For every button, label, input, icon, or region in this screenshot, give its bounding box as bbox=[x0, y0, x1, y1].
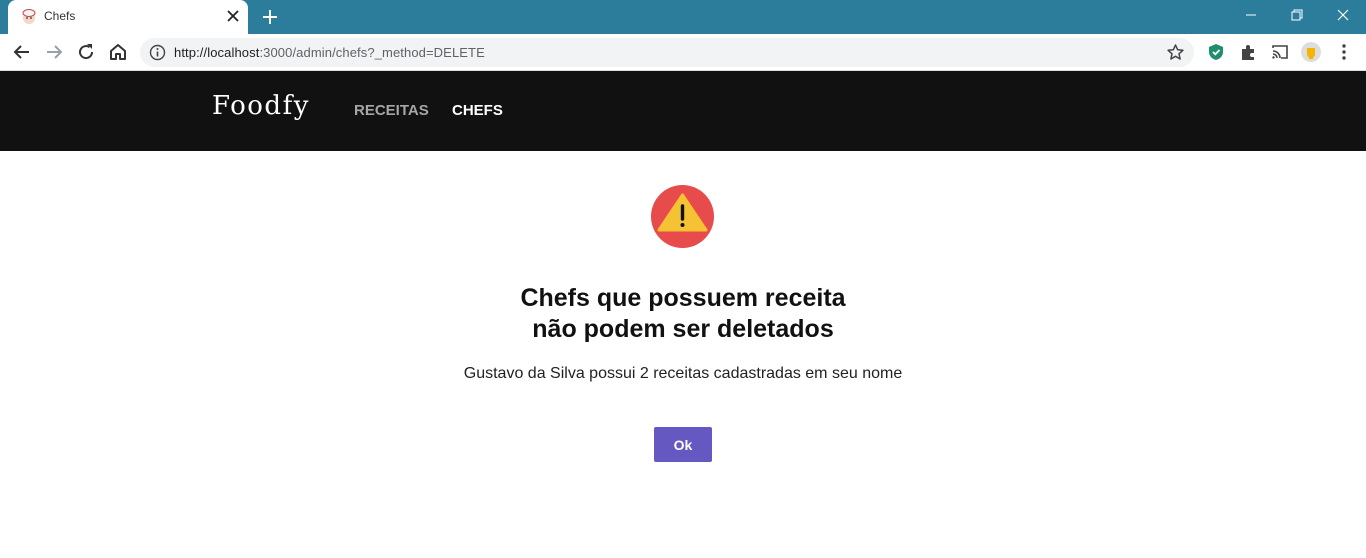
close-window-icon[interactable] bbox=[1320, 0, 1366, 30]
home-icon[interactable] bbox=[106, 40, 130, 64]
back-icon[interactable] bbox=[10, 40, 34, 64]
info-icon[interactable] bbox=[149, 44, 166, 61]
bookmark-star-icon[interactable] bbox=[1166, 43, 1185, 62]
browser-tab[interactable]: Chefs bbox=[8, 0, 248, 34]
reload-icon[interactable] bbox=[74, 40, 98, 64]
chef-favicon-icon bbox=[22, 9, 36, 24]
cast-icon[interactable] bbox=[1269, 41, 1291, 63]
ok-button[interactable]: Ok bbox=[654, 427, 712, 462]
profile-avatar-icon[interactable] bbox=[1300, 41, 1322, 63]
close-tab-icon[interactable] bbox=[223, 6, 243, 26]
url-text[interactable]: http://localhost:3000/admin/chefs?_metho… bbox=[174, 45, 485, 60]
browser-menu-icon[interactable] bbox=[1333, 41, 1355, 63]
forward-icon[interactable] bbox=[42, 40, 66, 64]
minimize-icon[interactable] bbox=[1228, 0, 1274, 30]
site-logo[interactable]: Foodfy bbox=[212, 91, 310, 121]
alert-title: Chefs que possuem receita não podem ser … bbox=[383, 283, 983, 345]
restore-icon[interactable] bbox=[1274, 0, 1320, 30]
extensions-puzzle-icon[interactable] bbox=[1237, 41, 1259, 63]
warning-icon bbox=[651, 185, 714, 248]
alert-title-line1: Chefs que possuem receita bbox=[520, 284, 846, 312]
nav-link-receitas[interactable]: RECEITAS bbox=[354, 102, 429, 119]
url-path: :3000/admin/chefs?_method=DELETE bbox=[259, 45, 485, 60]
new-tab-icon[interactable] bbox=[258, 6, 282, 28]
alert-title-line2: não podem ser deletados bbox=[532, 315, 834, 343]
alert-message: Gustavo da Silva possui 2 receitas cadas… bbox=[463, 365, 903, 382]
nav-link-chefs[interactable]: CHEFS bbox=[452, 102, 503, 119]
shield-extension-icon[interactable] bbox=[1205, 41, 1227, 63]
site-header: Foodfy RECEITAS CHEFS bbox=[0, 71, 1366, 151]
address-bar[interactable]: http://localhost:3000/admin/chefs?_metho… bbox=[140, 38, 1194, 67]
url-host: http://localhost bbox=[174, 45, 260, 60]
browser-toolbar: http://localhost:3000/admin/chefs?_metho… bbox=[0, 34, 1366, 71]
browser-titlebar: Chefs bbox=[0, 0, 1366, 34]
tab-title: Chefs bbox=[44, 9, 76, 23]
